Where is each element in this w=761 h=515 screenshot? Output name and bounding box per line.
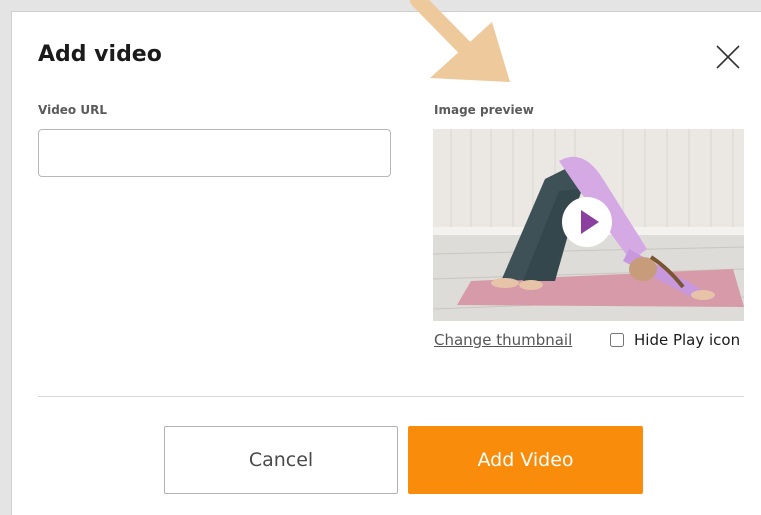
close-button[interactable]: [713, 42, 743, 72]
image-preview: [433, 129, 744, 321]
dialog-title: Add video: [38, 42, 162, 67]
hide-play-label: Hide Play icon: [634, 331, 741, 349]
hide-play-checkbox[interactable]: [610, 333, 624, 347]
cancel-button[interactable]: Cancel: [164, 426, 398, 494]
add-video-dialog: Add video Video URL Image preview Change…: [11, 11, 761, 515]
video-url-label: Video URL: [38, 103, 107, 117]
video-url-input[interactable]: [38, 129, 391, 177]
divider: [38, 396, 744, 397]
hide-play-option[interactable]: Hide Play icon: [610, 331, 740, 349]
play-icon[interactable]: [562, 197, 612, 247]
close-icon: [716, 45, 740, 69]
add-video-button[interactable]: Add Video: [408, 426, 643, 494]
change-thumbnail-link[interactable]: Change thumbnail: [434, 331, 572, 349]
image-preview-label: Image preview: [434, 103, 534, 117]
